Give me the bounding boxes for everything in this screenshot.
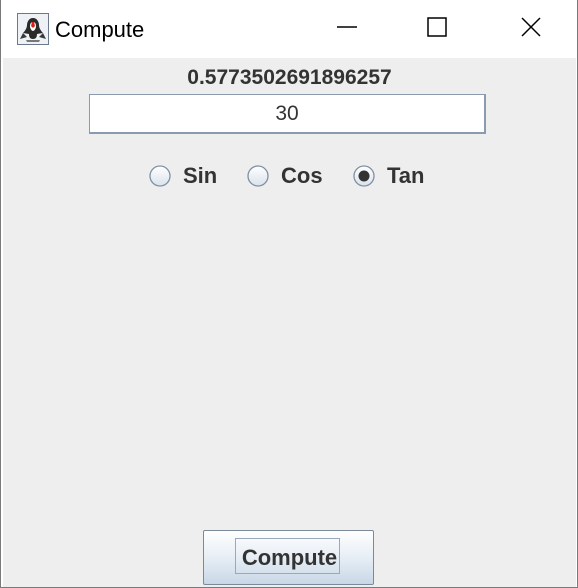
window-title: Compute xyxy=(55,17,145,42)
compute-button-label: Compute xyxy=(241,545,338,570)
radio-cos-label: Cos xyxy=(281,163,323,188)
close-icon xyxy=(520,16,542,43)
angle-input[interactable] xyxy=(89,94,486,134)
radio-cos[interactable]: Cos xyxy=(247,159,323,193)
title-bar[interactable]: Compute xyxy=(1,0,577,58)
radio-sin-circle[interactable] xyxy=(149,165,171,187)
minimize-button[interactable] xyxy=(301,0,393,58)
minimize-icon xyxy=(336,16,358,43)
compute-window: Compute 0.5773502691896257 30 Sin Cos Ta… xyxy=(0,0,578,588)
radio-tan-circle[interactable] xyxy=(353,165,375,187)
radio-tan-label: Tan xyxy=(387,163,425,188)
content-panel: 0.5773502691896257 Sin xyxy=(3,58,576,587)
radio-sin[interactable]: Sin xyxy=(149,159,217,193)
maximize-button[interactable] xyxy=(391,0,483,58)
radio-sin-label: Sin xyxy=(183,163,218,188)
result-label: 0.5773502691896257 xyxy=(187,66,392,89)
compute-button[interactable]: Compute xyxy=(203,530,374,585)
maximize-icon xyxy=(426,16,448,43)
java-app-icon xyxy=(17,13,49,45)
radio-tan[interactable]: Tan xyxy=(353,159,424,193)
radio-cos-circle[interactable] xyxy=(247,165,269,187)
close-button[interactable] xyxy=(485,0,577,58)
